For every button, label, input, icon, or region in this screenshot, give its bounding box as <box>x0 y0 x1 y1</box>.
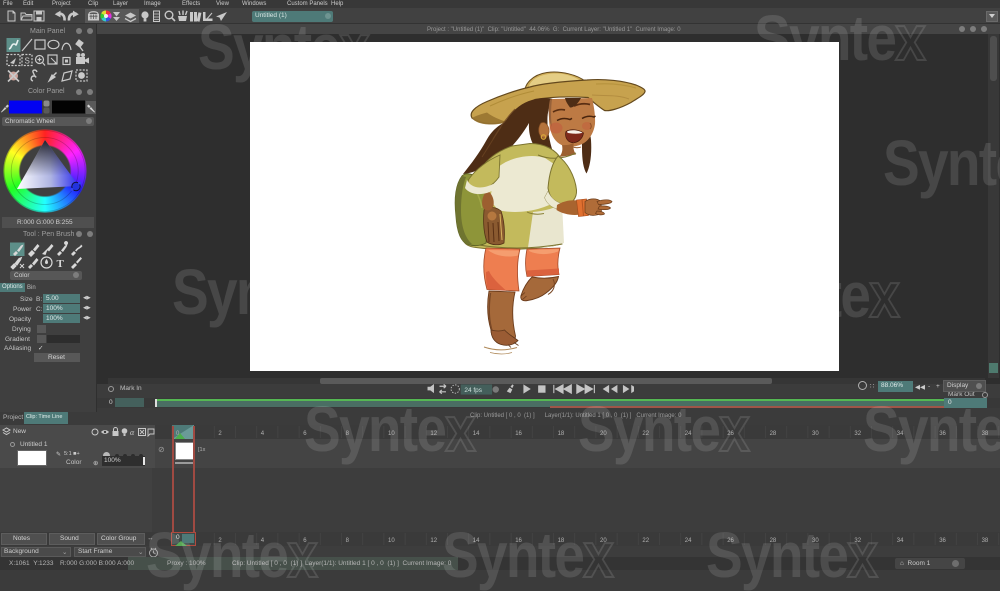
svg-text:30: 30 <box>812 538 819 544</box>
svg-text:26: 26 <box>727 431 734 437</box>
svg-text:34: 34 <box>897 538 904 544</box>
svg-text:18: 18 <box>558 538 565 544</box>
svg-text:30: 30 <box>812 431 819 437</box>
svg-text:16: 16 <box>515 431 522 437</box>
svg-text:24: 24 <box>685 431 692 437</box>
svg-text:28: 28 <box>770 431 777 437</box>
svg-text:24 fps: 24 fps <box>464 387 482 394</box>
svg-text:26: 26 <box>727 538 734 544</box>
svg-text:14: 14 <box>473 538 480 544</box>
svg-text:22: 22 <box>642 431 649 437</box>
svg-text:28: 28 <box>770 538 777 544</box>
svg-text:32: 32 <box>854 431 861 437</box>
svg-text:18: 18 <box>558 431 565 437</box>
svg-text:36: 36 <box>939 538 946 544</box>
svg-text:24: 24 <box>685 538 692 544</box>
svg-text:32: 32 <box>854 538 861 544</box>
svg-text:38: 38 <box>982 538 989 544</box>
svg-text:12: 12 <box>430 431 437 437</box>
svg-text:20: 20 <box>600 538 607 544</box>
svg-text:34: 34 <box>897 431 904 437</box>
svg-text:16: 16 <box>515 538 522 544</box>
svg-text:22: 22 <box>642 538 649 544</box>
svg-text:10: 10 <box>388 431 395 437</box>
svg-text:36: 36 <box>939 431 946 437</box>
svg-text:14: 14 <box>473 431 480 437</box>
svg-text:α: α <box>130 428 135 437</box>
svg-text:S: S <box>25 57 30 66</box>
svg-text:20: 20 <box>600 431 607 437</box>
svg-text:38: 38 <box>982 431 989 437</box>
svg-text:T: T <box>57 258 65 270</box>
svg-text:12: 12 <box>430 538 437 544</box>
svg-text:10: 10 <box>388 538 395 544</box>
